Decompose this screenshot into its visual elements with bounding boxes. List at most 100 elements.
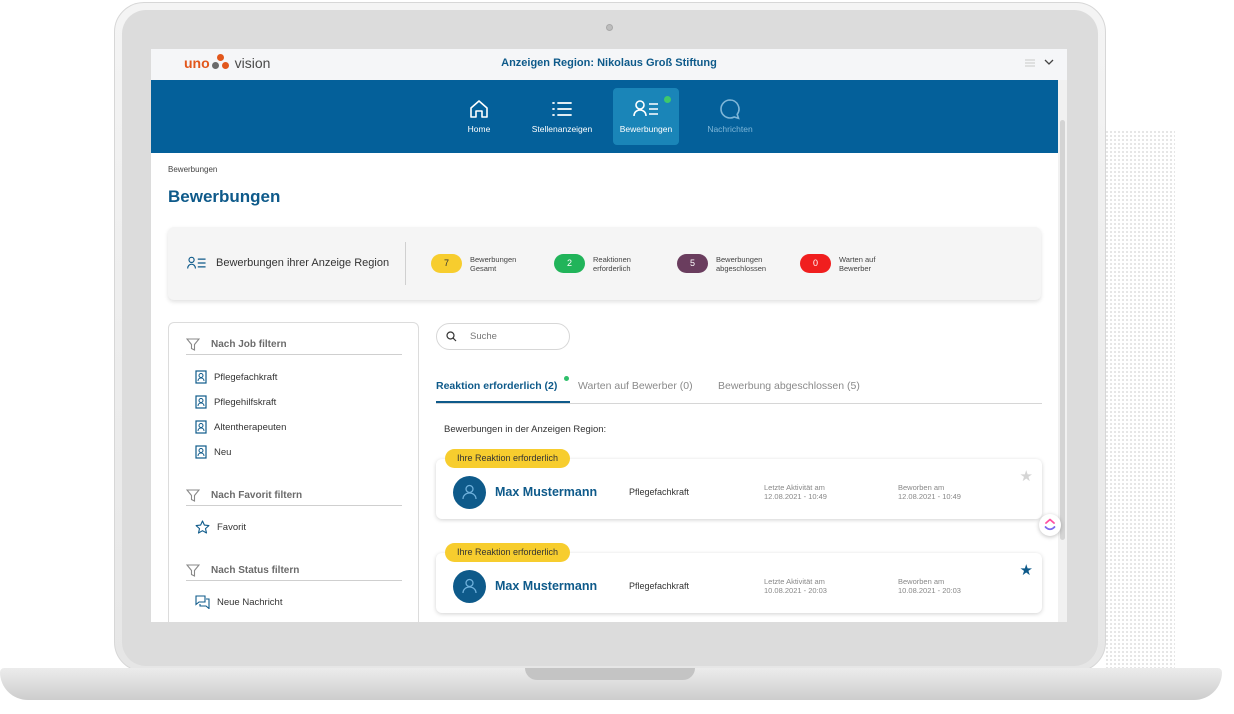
badge-icon [195,370,207,384]
stat-waiting[interactable]: 0 Warten auf Bewerber [800,254,899,273]
search-icon [446,331,457,342]
main-navigation: Home Stellenanzeigen Bewerbungen Nachric… [151,80,1058,153]
list-icon [552,102,572,116]
user-icon [462,484,477,500]
nav-stellenanzeigen[interactable]: Stellenanzeigen [529,88,595,145]
candidate-name[interactable]: Max Mustermann [495,485,597,499]
stat-waiting-count: 0 [800,254,831,273]
favorite-star-icon[interactable]: ★ [1020,467,1033,485]
filter-item-neu[interactable]: Neu [195,445,231,459]
tab-notification-dot [564,376,569,381]
funnel-icon [186,489,200,502]
filter-item-label: Favorit [217,521,247,533]
status-badge: Ihre Reaktion erforderlich [445,449,571,468]
badge-icon [195,445,207,459]
messages-icon [195,595,210,609]
app-screen: uno vision Anzeigen Region: Nikolaus Gro… [151,49,1067,622]
last-activity-label: Letzte Aktivität am [764,577,825,586]
filter-item-label: Neue Nachricht [217,596,283,608]
nav-nachrichten[interactable]: Nachrichten [697,88,763,145]
candidate-job: Pflegefachkraft [629,487,690,497]
scrollbar[interactable] [1058,80,1067,622]
stat-completed-label-2: abgeschlossen [716,263,767,273]
scrollbar-thumb[interactable] [1060,120,1065,540]
filter-item-pflegehilfskraft[interactable]: Pflegehilfskraft [195,395,276,409]
filter-heading-job: Nach Job filtern [186,335,402,355]
nav-home[interactable]: Home [446,88,512,145]
nav-bewerbungen[interactable]: Bewerbungen [613,88,679,145]
top-bar: uno vision Anzeigen Region: Nikolaus Gro… [151,49,1067,80]
stat-waiting-label-1: Warten auf [839,254,876,264]
filter-item-pflegefachkraft[interactable]: Pflegefachkraft [195,370,277,384]
divider [405,242,406,285]
filter-item-altentherapeuten[interactable]: Altentherapeuten [195,420,286,434]
applied-label: Beworben am [898,577,945,586]
avatar [453,476,486,509]
stat-completed-label-1: Bewerbungen [716,254,763,264]
funnel-icon [186,338,200,351]
breadcrumb[interactable]: Bewerbungen [168,165,217,174]
stats-label: Bewerbungen ihrer Anzeige Region [186,256,389,270]
applied-label: Beworben am [898,483,945,492]
candidate-job: Pflegefachkraft [629,581,690,591]
filter-item-label: Altentherapeuten [214,421,287,433]
funnel-icon [186,564,200,577]
application-card[interactable]: Max Mustermann Pflegefachkraft Letzte Ak… [436,459,1042,519]
camera-icon [606,24,613,31]
search-input[interactable]: Suche [436,323,570,350]
last-activity-label: Letzte Aktivität am [764,483,825,492]
stat-completed[interactable]: 5 Bewerbungen abgeschlossen [677,254,776,273]
tab-reaktion-erforderlich[interactable]: Reaktion erforderlich (2) [436,380,557,392]
badge-icon [195,395,207,409]
chat-bubble-icon [720,99,740,120]
filter-item-favorit[interactable]: Favorit [195,520,246,534]
last-activity-date: 10.08.2021 - 20:03 [764,586,827,595]
nav-stellenanzeigen-label: Stellenanzeigen [531,124,593,134]
application-card[interactable]: Max Mustermann Pflegefachkraft Letzte Ak… [436,553,1042,613]
stat-completed-count: 5 [677,254,708,273]
notification-dot [664,96,671,103]
app-title: Anzeigen Region: Nikolaus Groß Stiftung [501,57,717,69]
stat-total[interactable]: 7 Bewerbungen Gesamt [431,254,530,273]
stats-label-text: Bewerbungen ihrer Anzeige Region [216,257,390,269]
last-activity: Letzte Aktivität am 12.08.2021 - 10:49 [764,483,827,501]
status-tabs: Reaktion erforderlich (2) Warten auf Bew… [436,375,1042,404]
filter-heading-status-label: Nach Status filtern [211,565,300,576]
stat-total-label-1: Bewerbungen [470,254,517,264]
applied-date: Beworben am 10.08.2021 - 20:03 [898,577,961,595]
filter-heading-status: Nach Status filtern [186,561,402,581]
stat-total-count: 7 [431,254,462,273]
candidate-name[interactable]: Max Mustermann [495,579,597,593]
stat-reactions[interactable]: 2 Reaktionen erforderlich [554,254,653,273]
search-placeholder: Suche [470,331,497,342]
list-caption: Bewerbungen in der Anzeigen Region: [444,424,607,435]
filter-item-label: Neu [214,446,232,458]
clickup-icon [1044,518,1056,531]
applied-date: Beworben am 12.08.2021 - 10:49 [898,483,961,501]
menu-toggle-button[interactable] [1023,57,1057,72]
tab-warten-auf-bewerber[interactable]: Warten auf Bewerber (0) [578,380,693,392]
nav-nachrichten-label: Nachrichten [707,124,753,134]
badge-icon [195,420,207,434]
decorative-dots [1105,130,1175,690]
page-title: Bewerbungen [168,187,281,206]
applied-date-value: 12.08.2021 - 10:49 [898,492,961,501]
user-icon [462,578,477,594]
tab-bewerbung-abgeschlossen[interactable]: Bewerbung abgeschlossen (5) [718,380,860,392]
filter-panel: Nach Job filtern Pflegefachkraft Pflegeh… [168,322,419,622]
filter-item-label: Pflegefachkraft [214,371,278,383]
last-activity-date: 12.08.2021 - 10:49 [764,492,827,501]
filter-heading-job-label: Nach Job filtern [211,339,287,350]
stat-reactions-label-1: Reaktionen [593,254,631,264]
last-activity: Letzte Aktivität am 10.08.2021 - 20:03 [764,577,827,595]
active-tab-underline [436,401,570,403]
filter-item-neue-nachricht[interactable]: Neue Nachricht [195,595,282,609]
applicants-icon [187,256,206,269]
favorite-star-icon[interactable]: ★ [1020,561,1033,579]
menu-chevron-icon [1025,59,1054,67]
stat-total-label-2: Gesamt [470,263,497,273]
filter-heading-favorit-label: Nach Favorit filtern [211,490,303,501]
applied-date-value: 10.08.2021 - 20:03 [898,586,961,595]
stat-waiting-label-2: Bewerber [839,263,872,273]
clickup-widget-button[interactable] [1039,514,1061,536]
